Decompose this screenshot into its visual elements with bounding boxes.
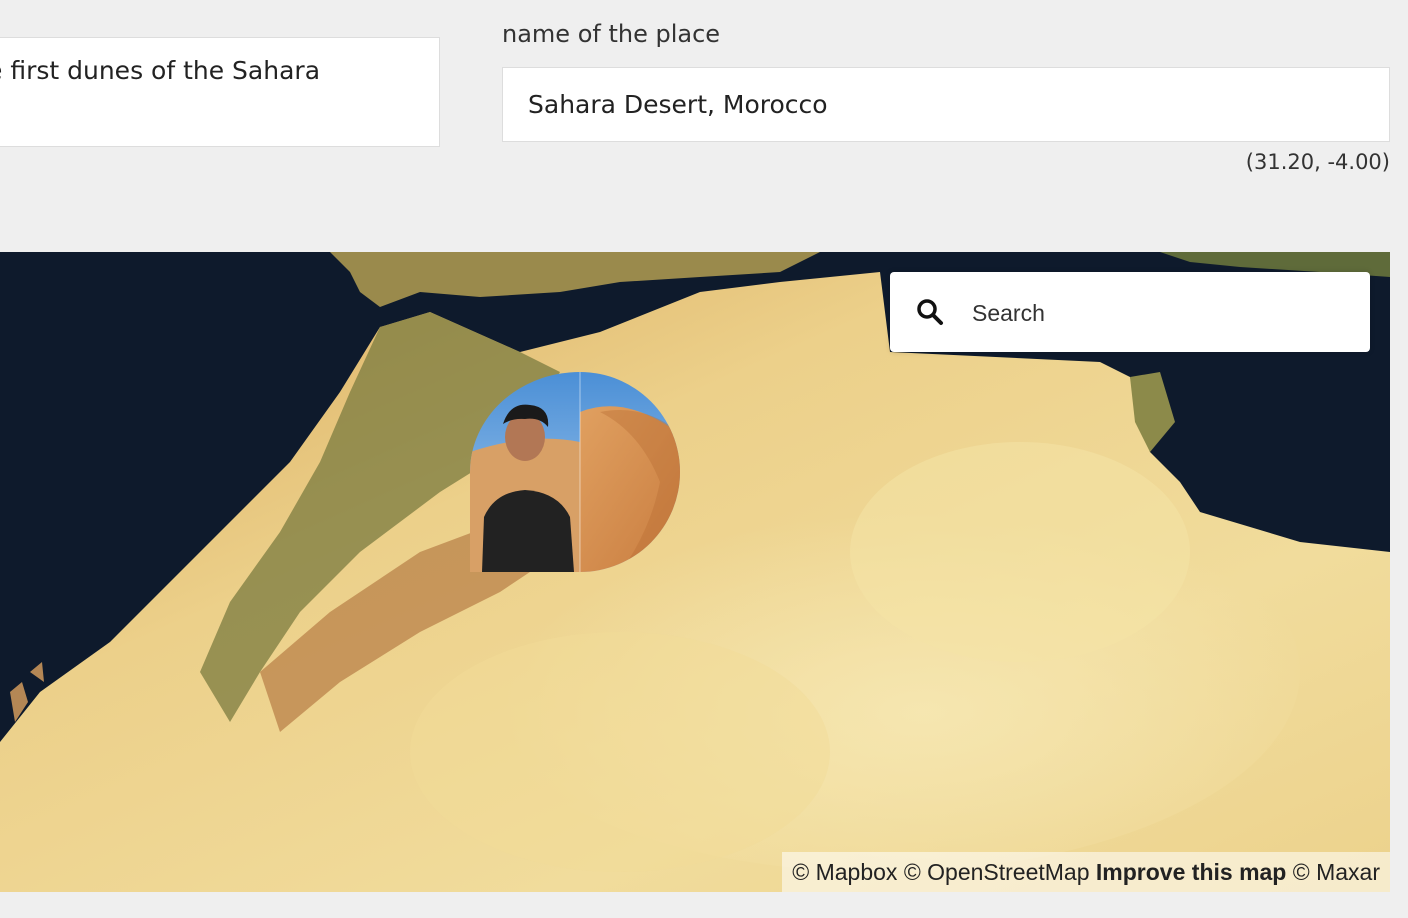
mapbox-attribution[interactable]: © Mapbox [792, 859, 897, 885]
coordinates-readout: (31.20, -4.00) [1245, 150, 1390, 174]
map[interactable]: © Mapbox © OpenStreetMap Improve this ma… [0, 252, 1390, 892]
osm-attribution[interactable]: © OpenStreetMap [904, 859, 1090, 885]
place-label: name of the place [502, 20, 721, 48]
photo-marker[interactable] [470, 372, 690, 572]
maxar-attribution[interactable]: © Maxar [1293, 859, 1380, 885]
improve-map-link[interactable]: Improve this map [1096, 859, 1286, 885]
caption-field[interactable]: e first dunes of the Sahara [0, 37, 440, 147]
map-search-input[interactable] [970, 290, 1354, 336]
place-input[interactable] [502, 67, 1390, 142]
map-search-box[interactable] [890, 272, 1370, 352]
map-attribution: © Mapbox © OpenStreetMap Improve this ma… [782, 852, 1390, 892]
caption-text: e first dunes of the Sahara [0, 56, 321, 85]
page: e first dunes of the Sahara name of the … [0, 0, 1408, 918]
search-icon [917, 299, 943, 325]
